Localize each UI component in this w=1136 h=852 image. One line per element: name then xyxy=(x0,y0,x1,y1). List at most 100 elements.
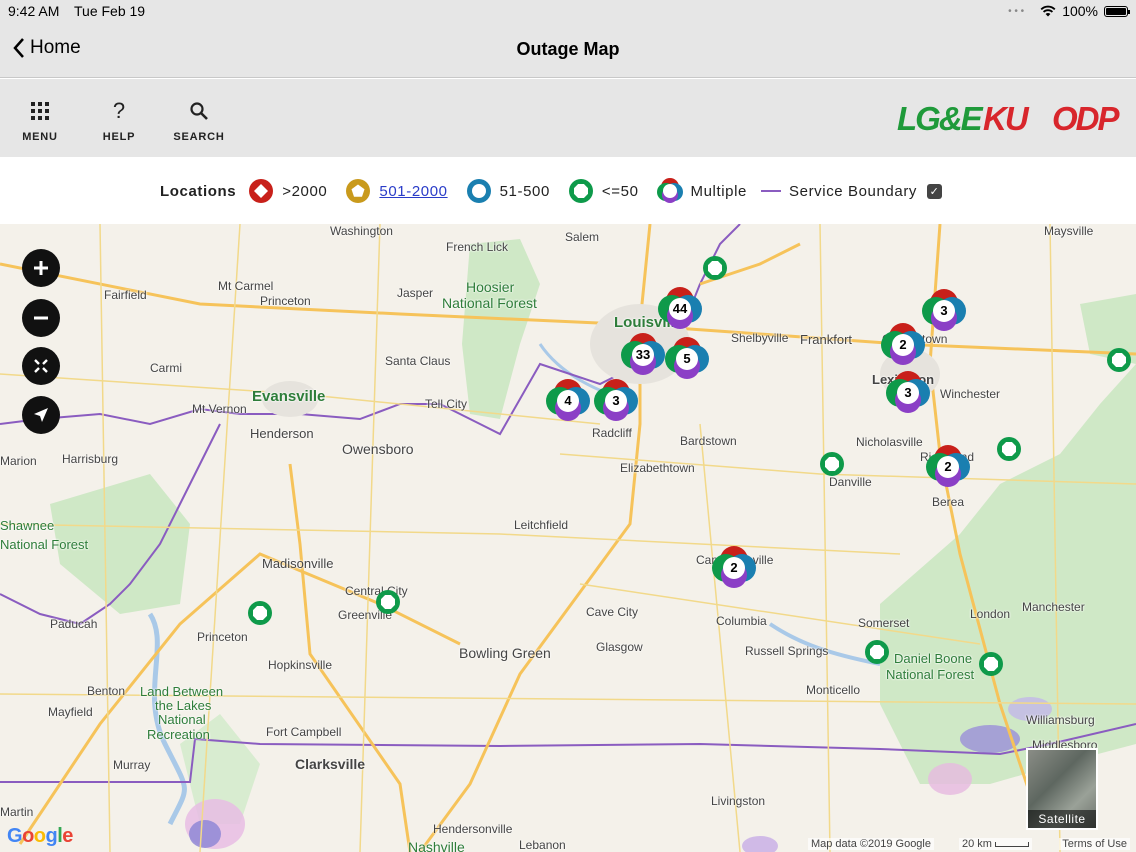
menu-label: MENU xyxy=(22,131,58,143)
place-label: Shelbyville xyxy=(731,331,789,345)
outage-marker-under-50[interactable] xyxy=(864,639,890,665)
outage-cluster-marker[interactable]: 2 xyxy=(926,443,970,491)
place-label: Princeton xyxy=(197,630,248,644)
place-label: Glasgow xyxy=(596,640,643,654)
place-label: Salem xyxy=(565,230,600,244)
cluster-count: 3 xyxy=(940,303,948,318)
place-label: Princeton xyxy=(260,294,311,308)
zoom-in-button[interactable] xyxy=(22,249,60,287)
cluster-count: 4 xyxy=(564,393,572,408)
place-label: Frankfort xyxy=(800,332,853,347)
satellite-toggle-button[interactable]: Satellite xyxy=(1026,748,1098,830)
ku-logo: KU xyxy=(983,100,1029,137)
reset-extent-button[interactable] xyxy=(22,347,60,385)
map-attribution: Map data ©2019 Google xyxy=(807,838,934,850)
outage-marker-under-50[interactable] xyxy=(375,589,401,615)
place-label: Williamsburg xyxy=(1026,713,1095,727)
help-label: HELP xyxy=(102,131,136,143)
place-label: Santa Claus xyxy=(385,354,451,368)
service-boundary-checkbox[interactable]: ✓ xyxy=(927,183,943,199)
place-label: Monticello xyxy=(806,683,861,697)
outage-map[interactable]: French Lick Salem Hoosier National Forest Fa… xyxy=(0,224,1136,852)
legend-multiple: Multiple xyxy=(690,182,748,200)
terms-of-use-link[interactable]: Terms of Use xyxy=(1059,838,1130,850)
octagon-marker-icon xyxy=(1107,348,1131,372)
boundary-line-icon xyxy=(761,190,782,192)
place-label: Hopkinsville xyxy=(268,658,333,672)
outage-cluster-marker[interactable]: 2 xyxy=(881,321,925,369)
place-label: Livingston xyxy=(711,794,766,808)
place-label: National xyxy=(158,712,206,727)
legend-under-50: <=50 xyxy=(601,182,639,200)
place-label: Berea xyxy=(932,495,965,509)
cluster-count: 2 xyxy=(730,560,738,575)
outage-cluster-marker[interactable]: 44 xyxy=(658,285,702,333)
search-label: SEARCH xyxy=(173,131,225,143)
legend-bar: Locations >2000 501-2000 51-500 <=50 Mul… xyxy=(0,157,1136,224)
octagon-marker-icon xyxy=(376,590,400,614)
lge-logo: LG&E xyxy=(897,100,983,137)
outage-marker-under-50[interactable] xyxy=(996,436,1022,462)
place-label: Recreation xyxy=(147,727,210,742)
ring-marker-icon xyxy=(466,179,491,203)
place-label: Harrisburg xyxy=(62,452,119,466)
outage-cluster-marker[interactable]: 5 xyxy=(665,335,709,383)
place-label: Daniel Boone xyxy=(894,651,973,666)
place-label: the Lakes xyxy=(155,698,212,713)
plus-icon xyxy=(34,261,48,275)
outage-cluster-marker[interactable]: 3 xyxy=(594,377,638,425)
outage-cluster-marker[interactable]: 3 xyxy=(886,369,930,417)
scale-label: 20 km xyxy=(961,838,992,850)
search-button[interactable]: SEARCH xyxy=(169,99,229,143)
place-label: Clarksville xyxy=(295,756,366,772)
menu-button[interactable]: MENU xyxy=(10,99,70,143)
place-label: Mt Carmel xyxy=(218,279,274,293)
place-label: Carmi xyxy=(150,361,182,375)
octagon-marker-icon xyxy=(979,652,1003,676)
place-label: Danville xyxy=(829,475,872,489)
place-label: Owensboro xyxy=(342,441,414,457)
outage-marker-under-50[interactable] xyxy=(247,600,273,626)
legend-heading: Locations xyxy=(160,182,237,200)
status-date: Tue Feb 19 xyxy=(74,3,146,19)
octagon-marker-icon xyxy=(997,437,1021,461)
place-label: Hendersonville xyxy=(433,822,513,836)
outage-marker-under-50[interactable] xyxy=(819,451,845,477)
outage-cluster-marker[interactable]: 3 xyxy=(922,287,966,335)
battery-percent: 100% xyxy=(1062,3,1098,19)
satellite-label: Satellite xyxy=(1028,810,1096,828)
multitask-dots-icon: • • • xyxy=(1008,5,1025,17)
place-label: Paducah xyxy=(50,617,98,631)
outage-cluster-marker[interactable]: 4 xyxy=(546,377,590,425)
place-label: Evansville xyxy=(252,388,326,405)
octagon-marker-icon xyxy=(248,601,272,625)
legend-501-2000-link[interactable]: 501-2000 xyxy=(379,183,447,200)
octagon-marker-icon xyxy=(820,452,844,476)
outage-marker-under-50[interactable] xyxy=(1106,347,1132,373)
status-bar: 9:42 AM Tue Feb 19 • • • 100% xyxy=(0,0,1136,24)
octagon-marker-icon xyxy=(865,640,889,664)
google-logo: Google xyxy=(7,825,73,847)
place-label: London xyxy=(970,607,1011,621)
outage-marker-under-50[interactable] xyxy=(702,255,728,281)
help-button[interactable]: ? HELP xyxy=(89,98,149,143)
toolbar: MENU ? HELP SEARCH LG&E KU ODP xyxy=(0,79,1136,157)
place-label: Hoosier xyxy=(466,279,515,295)
legend-51-500: 51-500 xyxy=(499,182,550,200)
zoom-out-button[interactable] xyxy=(22,299,60,337)
outage-marker-under-50[interactable] xyxy=(978,651,1004,677)
place-label: Nicholasville xyxy=(856,435,923,449)
pentagon-marker-icon xyxy=(346,179,371,203)
wifi-icon xyxy=(1040,5,1056,17)
place-label: Mt Vernon xyxy=(192,402,247,416)
cluster-count: 2 xyxy=(944,459,952,474)
cluster-count: 5 xyxy=(683,351,691,366)
place-label: Benton xyxy=(87,684,126,698)
outage-cluster-marker[interactable]: 33 xyxy=(621,331,665,379)
cluster-count: 3 xyxy=(612,393,620,408)
outage-cluster-marker[interactable]: 2 xyxy=(712,544,756,592)
place-label: Somerset xyxy=(858,616,910,630)
page-title: Outage Map xyxy=(516,39,620,59)
locate-me-button[interactable] xyxy=(22,396,60,434)
battery-icon xyxy=(1104,5,1130,17)
